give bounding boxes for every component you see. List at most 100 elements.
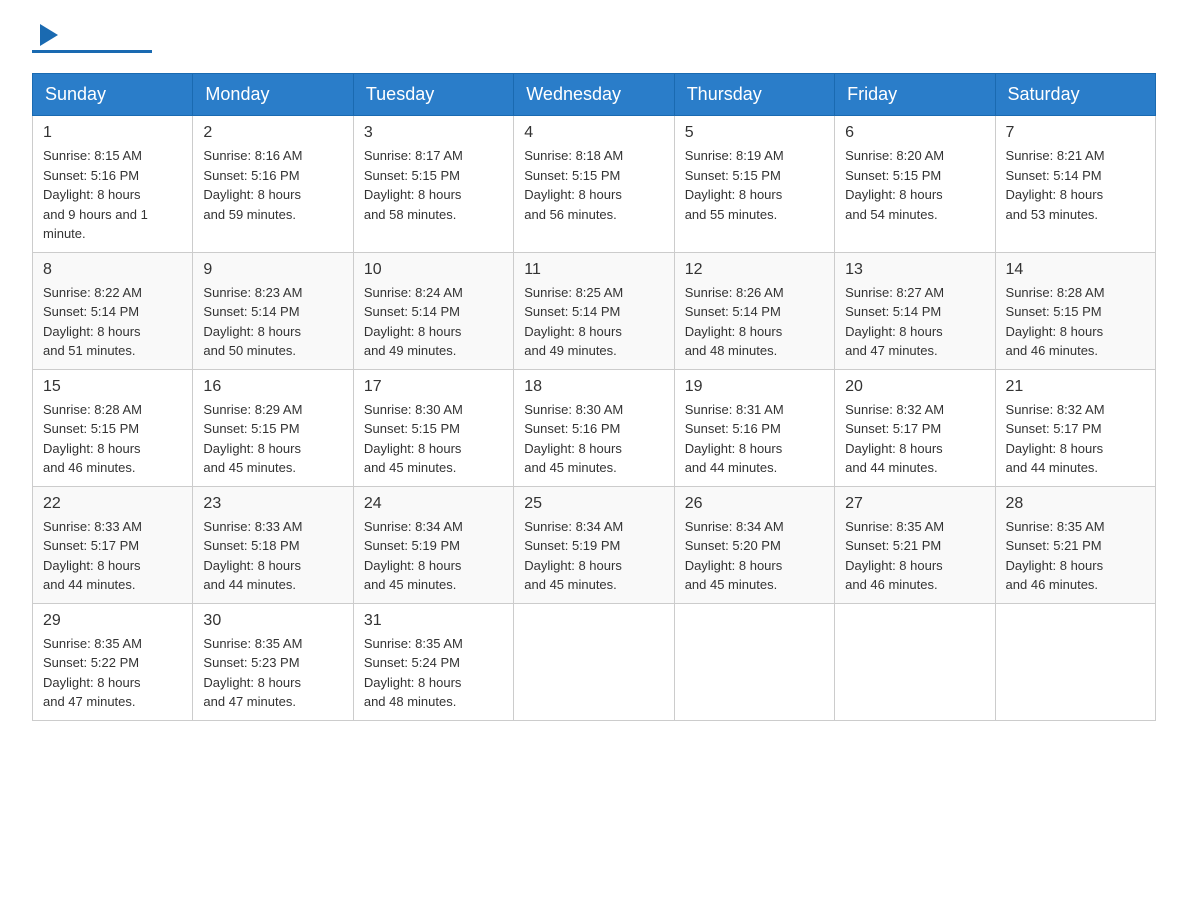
- logo-arrow-icon: [34, 24, 58, 48]
- day-number: 4: [524, 124, 663, 142]
- calendar-cell: 23 Sunrise: 8:33 AM Sunset: 5:18 PM Dayl…: [193, 486, 353, 603]
- calendar-cell: 1 Sunrise: 8:15 AM Sunset: 5:16 PM Dayli…: [33, 116, 193, 253]
- day-info: Sunrise: 8:18 AM Sunset: 5:15 PM Dayligh…: [524, 146, 663, 224]
- day-number: 3: [364, 124, 503, 142]
- day-number: 17: [364, 378, 503, 396]
- day-info: Sunrise: 8:21 AM Sunset: 5:14 PM Dayligh…: [1006, 146, 1145, 224]
- calendar-week-row: 15 Sunrise: 8:28 AM Sunset: 5:15 PM Dayl…: [33, 369, 1156, 486]
- day-info: Sunrise: 8:35 AM Sunset: 5:21 PM Dayligh…: [1006, 517, 1145, 595]
- calendar-cell: 14 Sunrise: 8:28 AM Sunset: 5:15 PM Dayl…: [995, 252, 1155, 369]
- day-info: Sunrise: 8:35 AM Sunset: 5:22 PM Dayligh…: [43, 634, 182, 712]
- day-number: 7: [1006, 124, 1145, 142]
- day-number: 24: [364, 495, 503, 513]
- day-info: Sunrise: 8:16 AM Sunset: 5:16 PM Dayligh…: [203, 146, 342, 224]
- day-number: 28: [1006, 495, 1145, 513]
- day-number: 5: [685, 124, 824, 142]
- calendar-cell: 22 Sunrise: 8:33 AM Sunset: 5:17 PM Dayl…: [33, 486, 193, 603]
- logo-underline: [32, 50, 152, 53]
- day-info: Sunrise: 8:34 AM Sunset: 5:20 PM Dayligh…: [685, 517, 824, 595]
- calendar-header-row: SundayMondayTuesdayWednesdayThursdayFrid…: [33, 74, 1156, 116]
- day-number: 11: [524, 261, 663, 279]
- day-info: Sunrise: 8:29 AM Sunset: 5:15 PM Dayligh…: [203, 400, 342, 478]
- day-info: Sunrise: 8:33 AM Sunset: 5:17 PM Dayligh…: [43, 517, 182, 595]
- day-number: 23: [203, 495, 342, 513]
- calendar-cell: [995, 603, 1155, 720]
- day-number: 16: [203, 378, 342, 396]
- calendar-cell: 13 Sunrise: 8:27 AM Sunset: 5:14 PM Dayl…: [835, 252, 995, 369]
- day-info: Sunrise: 8:34 AM Sunset: 5:19 PM Dayligh…: [524, 517, 663, 595]
- day-number: 26: [685, 495, 824, 513]
- calendar-cell: 16 Sunrise: 8:29 AM Sunset: 5:15 PM Dayl…: [193, 369, 353, 486]
- day-info: Sunrise: 8:31 AM Sunset: 5:16 PM Dayligh…: [685, 400, 824, 478]
- calendar-week-row: 8 Sunrise: 8:22 AM Sunset: 5:14 PM Dayli…: [33, 252, 1156, 369]
- day-number: 31: [364, 612, 503, 630]
- day-header-monday: Monday: [193, 74, 353, 116]
- day-info: Sunrise: 8:27 AM Sunset: 5:14 PM Dayligh…: [845, 283, 984, 361]
- calendar-cell: 26 Sunrise: 8:34 AM Sunset: 5:20 PM Dayl…: [674, 486, 834, 603]
- day-info: Sunrise: 8:22 AM Sunset: 5:14 PM Dayligh…: [43, 283, 182, 361]
- calendar-cell: 30 Sunrise: 8:35 AM Sunset: 5:23 PM Dayl…: [193, 603, 353, 720]
- day-number: 22: [43, 495, 182, 513]
- day-number: 27: [845, 495, 984, 513]
- calendar-cell: 3 Sunrise: 8:17 AM Sunset: 5:15 PM Dayli…: [353, 116, 513, 253]
- day-info: Sunrise: 8:35 AM Sunset: 5:23 PM Dayligh…: [203, 634, 342, 712]
- day-number: 15: [43, 378, 182, 396]
- logo: [32, 24, 152, 53]
- calendar-cell: 10 Sunrise: 8:24 AM Sunset: 5:14 PM Dayl…: [353, 252, 513, 369]
- day-info: Sunrise: 8:19 AM Sunset: 5:15 PM Dayligh…: [685, 146, 824, 224]
- day-info: Sunrise: 8:30 AM Sunset: 5:15 PM Dayligh…: [364, 400, 503, 478]
- day-number: 6: [845, 124, 984, 142]
- calendar-cell: 15 Sunrise: 8:28 AM Sunset: 5:15 PM Dayl…: [33, 369, 193, 486]
- day-number: 19: [685, 378, 824, 396]
- day-header-wednesday: Wednesday: [514, 74, 674, 116]
- day-header-saturday: Saturday: [995, 74, 1155, 116]
- day-info: Sunrise: 8:34 AM Sunset: 5:19 PM Dayligh…: [364, 517, 503, 595]
- day-number: 12: [685, 261, 824, 279]
- day-info: Sunrise: 8:35 AM Sunset: 5:24 PM Dayligh…: [364, 634, 503, 712]
- calendar-cell: [835, 603, 995, 720]
- calendar-week-row: 22 Sunrise: 8:33 AM Sunset: 5:17 PM Dayl…: [33, 486, 1156, 603]
- day-number: 2: [203, 124, 342, 142]
- day-number: 1: [43, 124, 182, 142]
- calendar-cell: 24 Sunrise: 8:34 AM Sunset: 5:19 PM Dayl…: [353, 486, 513, 603]
- day-number: 9: [203, 261, 342, 279]
- day-number: 25: [524, 495, 663, 513]
- day-info: Sunrise: 8:23 AM Sunset: 5:14 PM Dayligh…: [203, 283, 342, 361]
- day-number: 18: [524, 378, 663, 396]
- calendar-cell: 18 Sunrise: 8:30 AM Sunset: 5:16 PM Dayl…: [514, 369, 674, 486]
- page-header: [32, 24, 1156, 53]
- day-number: 30: [203, 612, 342, 630]
- calendar-cell: 25 Sunrise: 8:34 AM Sunset: 5:19 PM Dayl…: [514, 486, 674, 603]
- day-info: Sunrise: 8:28 AM Sunset: 5:15 PM Dayligh…: [43, 400, 182, 478]
- calendar-cell: [514, 603, 674, 720]
- calendar-cell: 31 Sunrise: 8:35 AM Sunset: 5:24 PM Dayl…: [353, 603, 513, 720]
- day-header-friday: Friday: [835, 74, 995, 116]
- day-number: 10: [364, 261, 503, 279]
- day-number: 14: [1006, 261, 1145, 279]
- day-number: 13: [845, 261, 984, 279]
- day-number: 29: [43, 612, 182, 630]
- calendar-cell: 19 Sunrise: 8:31 AM Sunset: 5:16 PM Dayl…: [674, 369, 834, 486]
- day-header-thursday: Thursday: [674, 74, 834, 116]
- day-number: 8: [43, 261, 182, 279]
- calendar-week-row: 1 Sunrise: 8:15 AM Sunset: 5:16 PM Dayli…: [33, 116, 1156, 253]
- day-number: 21: [1006, 378, 1145, 396]
- day-info: Sunrise: 8:25 AM Sunset: 5:14 PM Dayligh…: [524, 283, 663, 361]
- day-info: Sunrise: 8:15 AM Sunset: 5:16 PM Dayligh…: [43, 146, 182, 244]
- calendar-cell: 9 Sunrise: 8:23 AM Sunset: 5:14 PM Dayli…: [193, 252, 353, 369]
- day-header-sunday: Sunday: [33, 74, 193, 116]
- calendar-cell: 27 Sunrise: 8:35 AM Sunset: 5:21 PM Dayl…: [835, 486, 995, 603]
- calendar-cell: 20 Sunrise: 8:32 AM Sunset: 5:17 PM Dayl…: [835, 369, 995, 486]
- calendar-cell: 28 Sunrise: 8:35 AM Sunset: 5:21 PM Dayl…: [995, 486, 1155, 603]
- calendar-cell: 7 Sunrise: 8:21 AM Sunset: 5:14 PM Dayli…: [995, 116, 1155, 253]
- calendar-week-row: 29 Sunrise: 8:35 AM Sunset: 5:22 PM Dayl…: [33, 603, 1156, 720]
- day-info: Sunrise: 8:20 AM Sunset: 5:15 PM Dayligh…: [845, 146, 984, 224]
- calendar-cell: 6 Sunrise: 8:20 AM Sunset: 5:15 PM Dayli…: [835, 116, 995, 253]
- day-info: Sunrise: 8:32 AM Sunset: 5:17 PM Dayligh…: [845, 400, 984, 478]
- calendar-cell: 17 Sunrise: 8:30 AM Sunset: 5:15 PM Dayl…: [353, 369, 513, 486]
- day-info: Sunrise: 8:30 AM Sunset: 5:16 PM Dayligh…: [524, 400, 663, 478]
- day-info: Sunrise: 8:28 AM Sunset: 5:15 PM Dayligh…: [1006, 283, 1145, 361]
- calendar-cell: 4 Sunrise: 8:18 AM Sunset: 5:15 PM Dayli…: [514, 116, 674, 253]
- calendar-cell: 21 Sunrise: 8:32 AM Sunset: 5:17 PM Dayl…: [995, 369, 1155, 486]
- calendar-cell: 11 Sunrise: 8:25 AM Sunset: 5:14 PM Dayl…: [514, 252, 674, 369]
